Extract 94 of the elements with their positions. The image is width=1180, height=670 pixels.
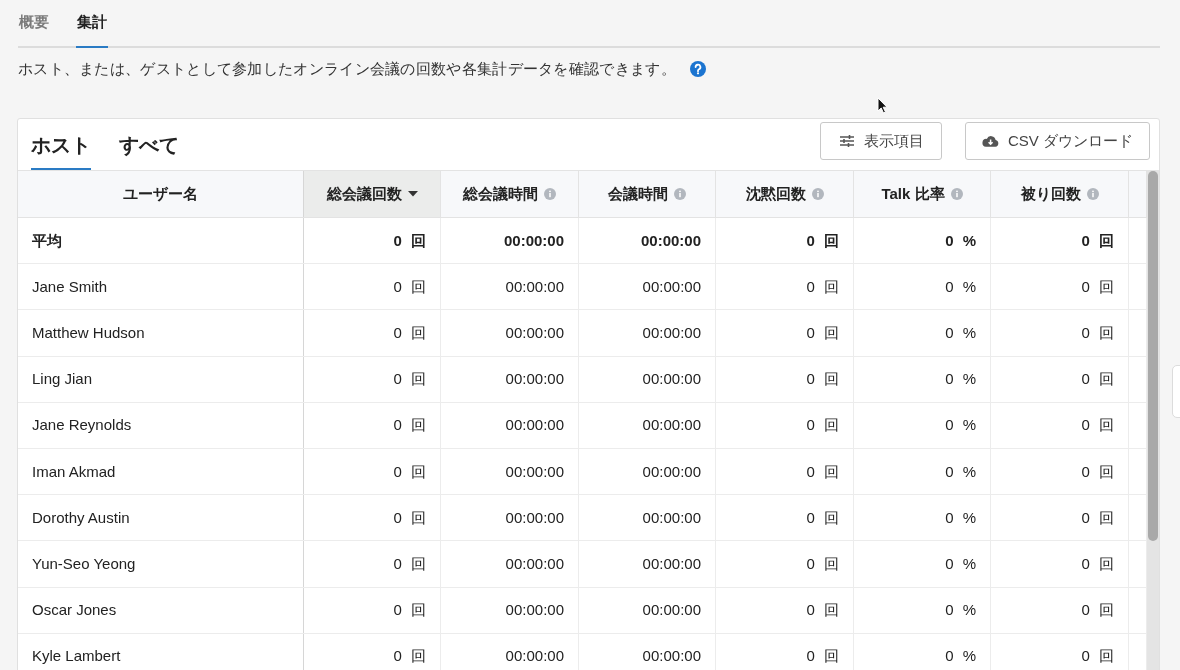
info-icon[interactable] [811,188,824,200]
table-cell: 0 % [945,462,976,481]
table-cell: 0 回 [393,231,426,250]
column-header[interactable]: 沈黙回数 [716,171,854,217]
column-header[interactable]: 総会議回数 [304,171,441,217]
info-icon[interactable] [674,188,686,200]
table-cell: 00:00:00 [505,370,564,389]
table-cell: 00:00:00 [505,277,564,296]
column-header[interactable]: Talk 比率 [854,171,991,217]
user-name: Kyle Lambert [32,647,121,666]
table-cell: 00:00:00 [640,231,701,250]
scrollbar-thumb[interactable] [1148,171,1158,541]
scrollbar-track[interactable] [1147,170,1159,670]
table-cell: 0 回 [393,647,426,666]
table-cell: 0 % [945,416,976,435]
table-cell: 0 % [945,601,976,620]
table-cell: 0 % [945,647,976,666]
table-cell: 00:00:00 [505,508,564,527]
display-columns-button[interactable]: 表示項目 [820,122,942,160]
table-cell: 0 回 [806,416,839,435]
table-cell: 0 回 [806,323,839,342]
table-cell: 0 回 [1081,370,1114,389]
table-cell: 0 回 [393,370,426,389]
column-header[interactable]: 被り回数 [991,171,1129,217]
table-cell: 00:00:00 [642,508,701,527]
info-icon[interactable] [1086,188,1099,200]
table-cell: 00:00:00 [505,601,564,620]
table-cell: 00:00:00 [505,554,564,573]
user-name: Matthew Hudson [32,323,145,342]
table-cell: 0 回 [806,462,839,481]
table-cell: 0 回 [806,231,839,250]
table-cell: 0 回 [1081,508,1114,527]
help-icon[interactable] [689,61,706,77]
table-cell: 0 % [945,277,976,296]
table-cell: 00:00:00 [642,462,701,481]
table-cell: 0 回 [1081,647,1114,666]
table-cell: 00:00:00 [642,601,701,620]
description-text: ホスト、または、ゲストとして参加したオンライン会議の回数や各集計データを確認できます。 [18,59,676,79]
table-cell: 0 回 [1081,554,1114,573]
mouse-pointer-icon [877,97,888,114]
csv-download-button[interactable]: CSV ダウンロード [965,122,1150,160]
table-cell: 0 回 [1081,277,1114,296]
table-cell: 0 % [945,323,976,342]
table-cell: 00:00:00 [505,647,564,666]
table-cell: 0 回 [393,554,426,573]
table-cell: 0 回 [806,370,839,389]
table-cell: 0 回 [1081,462,1114,481]
table-cell: 00:00:00 [503,231,564,250]
tab[interactable]: 概要 [18,0,50,48]
table-cell: 0 回 [393,277,426,296]
table-cell: 0 回 [393,601,426,620]
table-cell: 0 回 [1081,231,1114,250]
column-header[interactable]: 総会議時間 [441,171,579,217]
table-cell: 0 回 [1081,323,1114,342]
info-icon[interactable] [950,188,963,200]
table-cell: 0 % [945,370,976,389]
table-cell: 00:00:00 [642,554,701,573]
cloud-download-icon [982,135,999,147]
table-cell: 00:00:00 [505,462,564,481]
user-name: Jane Smith [32,277,108,296]
sliders-icon [838,134,855,148]
table-cell: 00:00:00 [505,416,564,435]
user-name: Yun-Seo Yeong [32,554,136,573]
table-cell: 0 % [945,554,976,573]
table-cell: 0 回 [806,554,839,573]
table-cell: 0 回 [806,601,839,620]
user-name: Ling Jian [32,370,93,389]
table-cell: 0 % [945,508,976,527]
info-icon[interactable] [544,188,556,200]
user-name: Jane Reynolds [32,416,132,435]
table-cell: 0 回 [806,508,839,527]
table-cell: 0 回 [806,277,839,296]
user-name: Iman Akmad [32,462,116,481]
table-cell: 00:00:00 [642,416,701,435]
table-cell: 0 回 [393,416,426,435]
tab[interactable]: 集計 [76,0,108,48]
table-cell: 0 回 [1081,601,1114,620]
table-cell: 00:00:00 [642,323,701,342]
table-cell: 0 回 [806,647,839,666]
table-cell: 0 % [945,231,976,250]
user-name: Oscar Jones [32,601,117,620]
user-name: 平均 [32,231,62,250]
user-name: Dorothy Austin [32,508,130,527]
column-header[interactable]: 会議時間 [579,171,716,217]
table-cell: 0 回 [1081,416,1114,435]
table-cell: 00:00:00 [642,647,701,666]
table-cell: 0 回 [393,462,426,481]
table-cell: 00:00:00 [505,323,564,342]
table-cell: 0 回 [393,323,426,342]
table-cell: 00:00:00 [642,277,701,296]
sort-down-icon [407,191,418,197]
tab[interactable]: すべて [119,119,179,171]
table-cell: 00:00:00 [642,370,701,389]
table-cell: 0 回 [393,508,426,527]
